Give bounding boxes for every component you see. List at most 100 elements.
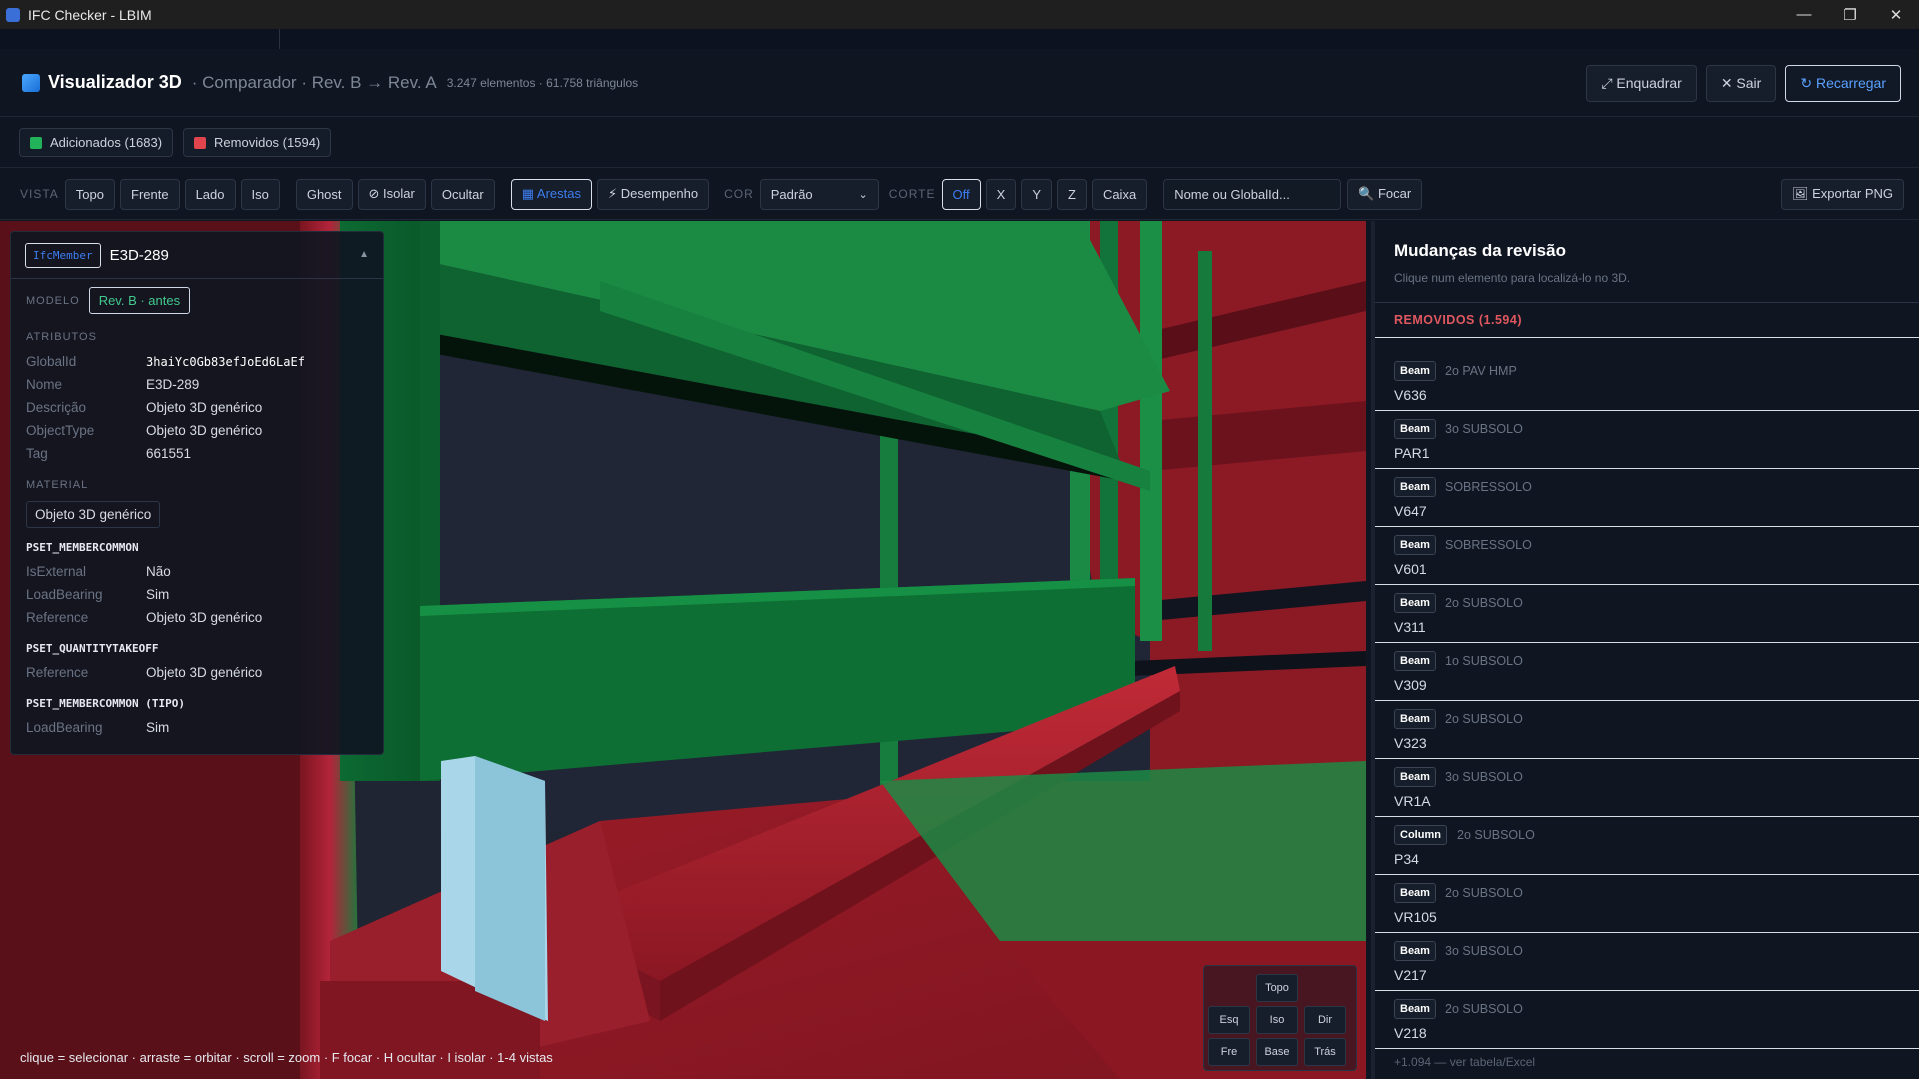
change-item[interactable]: Beam SOBRESSOLO V647 <box>1375 469 1919 527</box>
cut-box-button[interactable]: Caixa <box>1091 178 1148 210</box>
change-name: P34 <box>1394 851 1419 867</box>
change-item[interactable]: Beam 2o PAV HMP V636 <box>1375 353 1919 411</box>
change-type: Beam <box>1394 709 1436 729</box>
color-mode-select[interactable]: Padrão ⌄ <box>759 178 879 210</box>
change-item[interactable]: Beam 3o SUBSOLO V217 <box>1375 933 1919 991</box>
hide-button[interactable]: Ocultar <box>430 178 495 210</box>
pset-key: Reference <box>26 610 89 625</box>
change-type: Column <box>1394 825 1447 845</box>
change-level: 2o PAV HMP <box>1445 364 1517 378</box>
cut-off-button[interactable]: Off <box>941 178 981 210</box>
pset-key: Reference <box>26 665 89 680</box>
view-front-button[interactable]: Frente <box>120 178 180 210</box>
color-label: COR <box>724 187 754 201</box>
pset-row: LoadBearing Sim <box>11 716 383 739</box>
more-changes-link[interactable]: +1.094 — ver tabela/Excel <box>1394 1055 1535 1069</box>
change-item[interactable]: Beam 2o SUBSOLO V311 <box>1375 585 1919 643</box>
viewer-header: Visualizador 3D · Comparador · Rev. B → … <box>0 49 1919 117</box>
exit-button[interactable]: ✕ Sair <box>1705 65 1777 102</box>
change-item[interactable]: Beam 2o SUBSOLO VR105 <box>1375 875 1919 933</box>
attribute-row: Descrição Objeto 3D genérico <box>11 396 383 419</box>
performance-toggle[interactable]: ⚡ Desempenho <box>596 178 710 210</box>
material-chip: Objeto 3D genérico <box>26 501 161 528</box>
change-level: 2o SUBSOLO <box>1445 712 1523 726</box>
change-item[interactable]: Beam 2o SUBSOLO V323 <box>1375 701 1919 759</box>
view-navigation: Topo Esq Iso Dir Fre Base Trás <box>1203 965 1357 1071</box>
pset-value: Objeto 3D genérico <box>146 610 263 625</box>
focus-button[interactable]: 🔍 Focar <box>1347 178 1423 210</box>
pset-value: Objeto 3D genérico <box>146 665 263 680</box>
cube-icon <box>22 73 40 92</box>
frame-button[interactable]: ⤢ Enquadrar <box>1586 65 1697 102</box>
change-level: 2o SUBSOLO <box>1445 596 1523 610</box>
added-label: Adicionados (1683) <box>50 135 163 150</box>
nav-right-button[interactable]: Dir <box>1304 1006 1346 1034</box>
view-iso-button[interactable]: Iso <box>240 178 280 210</box>
attributes-title: ATRIBUTOS <box>26 331 97 343</box>
ifc-type-badge: IfcMember <box>25 242 101 268</box>
change-type: Beam <box>1394 535 1436 555</box>
nav-back-button[interactable]: Trás <box>1304 1038 1346 1066</box>
attribute-row: ObjectType Objeto 3D genérico <box>11 419 383 442</box>
change-type: Beam <box>1394 941 1436 961</box>
attribute-key: ObjectType <box>26 423 95 438</box>
change-level: 2o SUBSOLO <box>1445 886 1523 900</box>
controls-hint: clique = selecionar · arraste = orbitar … <box>20 1050 553 1065</box>
model-revision-badge: Rev. B · antes <box>88 287 191 314</box>
removed-filter-chip[interactable]: Removidos (1594) <box>183 128 332 157</box>
attribute-value: 661551 <box>146 446 192 461</box>
view-top-button[interactable]: Topo <box>64 178 115 210</box>
color-mode-value: Padrão <box>770 186 813 202</box>
removed-group-header[interactable]: REMOVIDOS (1.594) <box>1394 313 1522 327</box>
app-icon <box>6 7 20 22</box>
pset-title: PSET_MEMBERCOMMON <box>26 541 139 554</box>
nav-front-button[interactable]: Fre <box>1208 1038 1250 1066</box>
attribute-row: Nome E3D-289 <box>11 373 383 396</box>
change-item[interactable]: Beam 3o SUBSOLO PAR1 <box>1375 411 1919 469</box>
pset-value: Sim <box>146 720 170 735</box>
window-title: IFC Checker - LBIM <box>28 6 152 23</box>
minimize-icon[interactable]: — <box>1781 0 1827 29</box>
element-name: E3D-289 <box>109 246 169 264</box>
change-item[interactable]: Beam SOBRESSOLO V601 <box>1375 527 1919 585</box>
change-item[interactable]: Column 2o SUBSOLO P34 <box>1375 817 1919 875</box>
pset-title: PSET_MEMBERCOMMON (TIPO) <box>26 697 185 710</box>
nav-base-button[interactable]: Base <box>1256 1038 1298 1066</box>
pset-row: Reference Objeto 3D genérico <box>11 606 383 629</box>
nav-iso-button[interactable]: Iso <box>1256 1006 1298 1034</box>
change-item[interactable]: Beam 2o SUBSOLO V218 <box>1375 991 1919 1049</box>
close-icon[interactable]: ✕ <box>1873 0 1919 29</box>
change-type: Beam <box>1394 593 1436 613</box>
legend-bar: Adicionados (1683) Removidos (1594) <box>0 118 1919 168</box>
element-search-input[interactable]: Nome ou GlobalId... <box>1163 178 1342 210</box>
window-titlebar: IFC Checker - LBIM — ❐ ✕ <box>0 0 1919 29</box>
collapse-icon[interactable]: ▲ <box>359 249 369 260</box>
pset-value: Não <box>146 564 171 579</box>
change-item[interactable]: Beam 3o SUBSOLO VR1A <box>1375 759 1919 817</box>
nav-left-button[interactable]: Esq <box>1208 1006 1250 1034</box>
revision-changes-panel: Mudanças da revisão Clique num elemento … <box>1371 221 1919 1079</box>
added-filter-chip[interactable]: Adicionados (1683) <box>19 128 174 157</box>
ghost-button[interactable]: Ghost <box>295 178 353 210</box>
reload-button[interactable]: ↻ Recarregar <box>1785 65 1901 102</box>
nav-top-button[interactable]: Topo <box>1256 974 1298 1002</box>
removed-swatch <box>194 136 207 149</box>
changes-subtitle: Clique num elemento para localizá-lo no … <box>1394 271 1631 285</box>
isolate-button[interactable]: ⊘ Isolar <box>357 178 426 210</box>
edges-toggle[interactable]: ▦ Arestas <box>510 178 592 210</box>
page-title: Visualizador 3D <box>48 72 182 92</box>
divider <box>1375 337 1919 338</box>
cut-x-button[interactable]: X <box>985 178 1017 210</box>
export-png-button[interactable]: 🖼 Exportar PNG <box>1780 178 1904 210</box>
change-type: Beam <box>1394 999 1436 1019</box>
view-side-button[interactable]: Lado <box>184 178 236 210</box>
change-type: Beam <box>1394 767 1436 787</box>
change-item[interactable]: Beam 1o SUBSOLO V309 <box>1375 643 1919 701</box>
cut-z-button[interactable]: Z <box>1056 178 1087 210</box>
change-name: V323 <box>1394 735 1427 751</box>
change-level: SOBRESSOLO <box>1445 480 1532 494</box>
change-type: Beam <box>1394 419 1436 439</box>
cut-y-button[interactable]: Y <box>1021 178 1052 210</box>
restore-icon[interactable]: ❐ <box>1827 0 1873 29</box>
chevron-down-icon: ⌄ <box>858 188 868 201</box>
